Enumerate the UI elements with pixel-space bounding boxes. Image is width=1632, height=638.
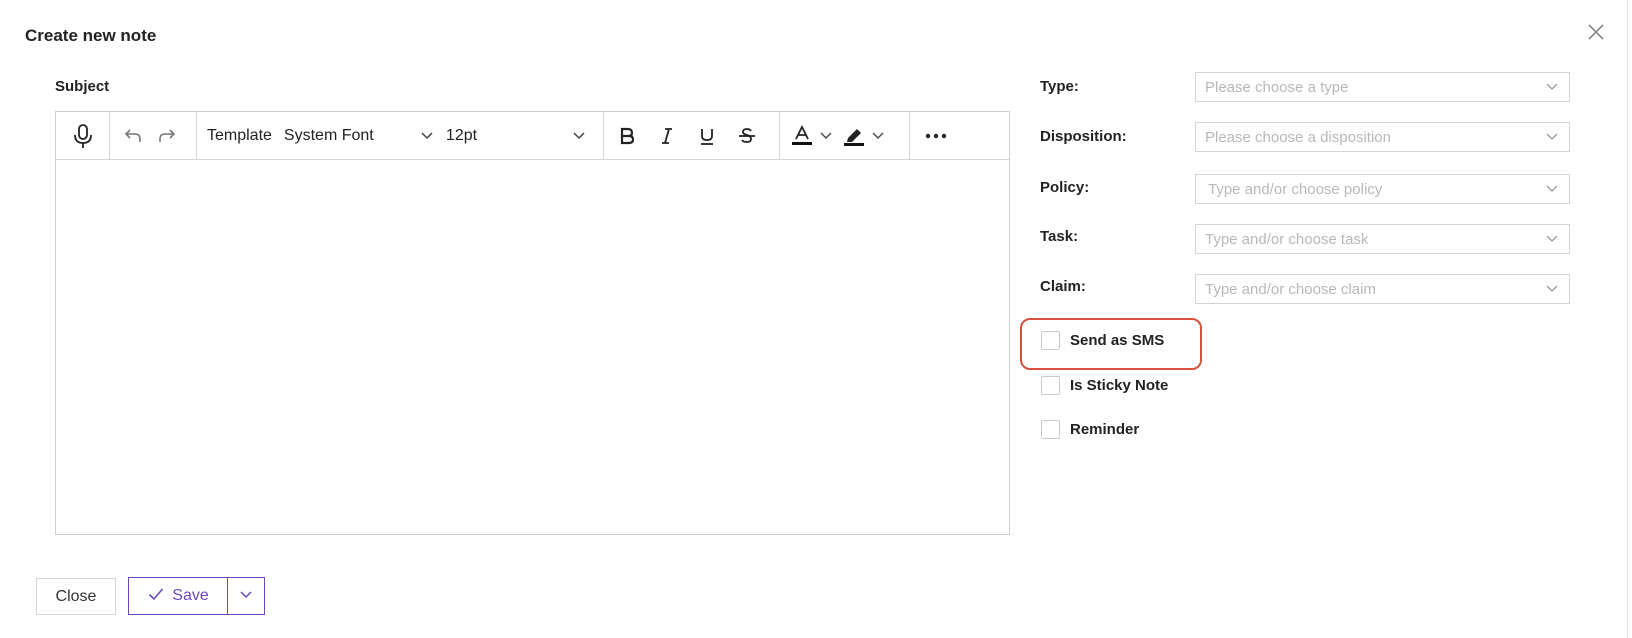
disposition-placeholder: Please choose a disposition (1205, 128, 1391, 146)
claim-placeholder: Type and/or choose claim (1205, 280, 1376, 298)
redo-icon[interactable] (150, 119, 184, 153)
chevron-down-icon (239, 587, 253, 605)
task-select[interactable]: Type and/or choose task (1195, 224, 1570, 254)
underline-icon[interactable] (690, 119, 724, 153)
editor-content-area[interactable] (56, 160, 1009, 534)
font-size-select[interactable]: 12pt (442, 119, 590, 153)
close-icon[interactable] (1584, 20, 1608, 44)
reminder-label: Reminder (1070, 421, 1140, 438)
save-label: Save (172, 587, 209, 604)
disposition-label: Disposition: (1040, 128, 1127, 145)
send-as-sms-label: Send as SMS (1070, 332, 1165, 349)
microphone-icon[interactable] (66, 119, 100, 153)
font-family-value: System Font (283, 126, 374, 144)
more-icon[interactable] (919, 119, 953, 153)
close-button[interactable]: Close (36, 578, 116, 615)
window-edge (1627, 0, 1628, 638)
editor-toolbar: Template System Font 12pt (56, 112, 1009, 160)
policy-select[interactable]: Type and/or choose policy (1195, 174, 1570, 204)
reminder-option[interactable]: Reminder (1041, 420, 1139, 439)
chevron-down-icon (1545, 80, 1559, 98)
chevron-down-icon (572, 131, 586, 141)
type-select[interactable]: Please choose a type (1195, 72, 1570, 102)
type-placeholder: Please choose a type (1205, 78, 1349, 96)
chevron-down-icon (1545, 182, 1559, 200)
task-label: Task: (1040, 228, 1079, 245)
font-family-select[interactable]: System Font (280, 119, 438, 153)
chevron-down-icon (1545, 282, 1559, 300)
template-button[interactable]: Template (203, 119, 276, 153)
italic-icon[interactable] (650, 119, 684, 153)
subject-label: Subject (55, 78, 110, 95)
create-note-dialog: Create new note Subject Template System … (0, 0, 1632, 638)
save-options-dropdown[interactable] (227, 577, 265, 615)
checkmark-icon (148, 587, 164, 606)
policy-label: Policy: (1040, 179, 1090, 196)
send-as-sms-checkbox[interactable] (1041, 331, 1060, 350)
sticky-note-label: Is Sticky Note (1070, 377, 1169, 394)
task-placeholder: Type and/or choose task (1205, 230, 1369, 248)
font-size-value: 12pt (445, 126, 478, 144)
sticky-note-checkbox[interactable] (1041, 376, 1060, 395)
text-color-icon[interactable] (786, 119, 836, 153)
sticky-note-option[interactable]: Is Sticky Note (1041, 376, 1168, 395)
dialog-title: Create new note (25, 26, 157, 45)
save-button[interactable]: Save (128, 577, 228, 615)
strikethrough-icon[interactable] (730, 119, 764, 153)
chevron-down-icon (1545, 130, 1559, 148)
reminder-checkbox[interactable] (1041, 420, 1060, 439)
disposition-select[interactable]: Please choose a disposition (1195, 122, 1570, 152)
send-as-sms-option[interactable]: Send as SMS (1041, 331, 1164, 350)
policy-placeholder: Type and/or choose policy (1208, 180, 1383, 198)
type-label: Type: (1040, 78, 1079, 95)
chevron-down-icon (1545, 232, 1559, 250)
undo-icon[interactable] (116, 119, 150, 153)
rich-text-editor: Template System Font 12pt (55, 111, 1010, 535)
claim-label: Claim: (1040, 278, 1086, 295)
claim-select[interactable]: Type and/or choose claim (1195, 274, 1570, 304)
bold-icon[interactable] (610, 119, 644, 153)
highlight-color-icon[interactable] (838, 119, 888, 153)
chevron-down-icon (420, 131, 434, 141)
